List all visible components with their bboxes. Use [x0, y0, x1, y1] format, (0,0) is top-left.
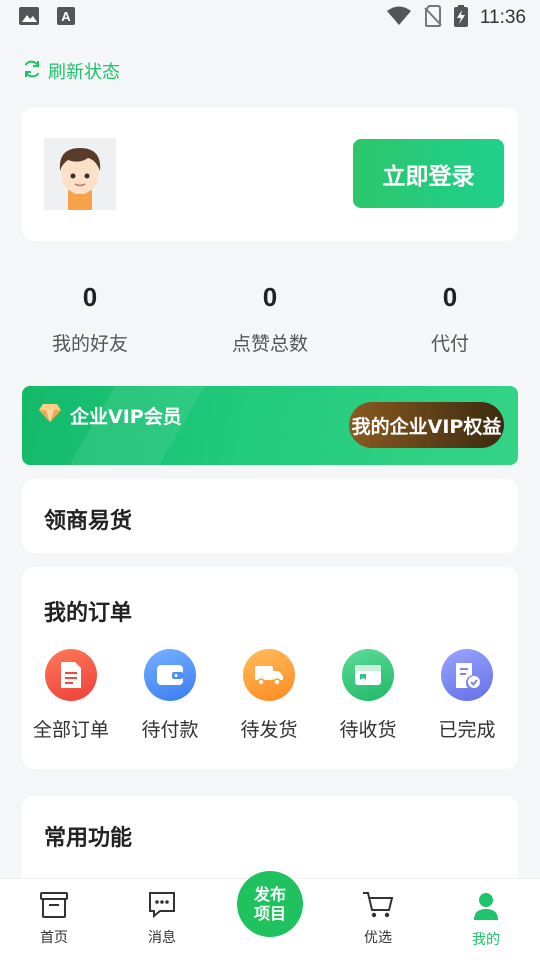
order-pending-receipt-label: 待收货 [339, 719, 397, 741]
tab-home[interactable]: 首页 [14, 891, 94, 947]
inbox-icon [342, 649, 394, 701]
publish-project-button[interactable]: 发布 项目 [237, 871, 303, 937]
tab-messages[interactable]: 消息 [122, 891, 202, 947]
stat-likes-label: 点赞总数 [231, 333, 308, 355]
order-all[interactable]: 全部订单 [21, 649, 121, 742]
refresh-icon [22, 59, 42, 84]
stat-likes-value: 0 [262, 282, 278, 312]
diamond-icon [38, 403, 62, 428]
tab-mine[interactable]: 我的 [446, 891, 526, 949]
wallet-icon [144, 649, 196, 701]
stat-proxy-pay-value: 0 [442, 282, 458, 312]
orders-card: 我的订单 全部订单 待付款 待发货 待收货 已完成 [22, 567, 518, 769]
truck-icon [243, 649, 295, 701]
no-sim-icon [424, 5, 442, 31]
wifi-icon [386, 6, 412, 30]
avatar-icon [59, 148, 101, 210]
user-icon [471, 893, 501, 925]
stat-friends-value: 0 [82, 282, 98, 312]
common-functions-title: 常用功能 [44, 826, 133, 851]
refresh-label: 刷新状态 [48, 62, 120, 83]
lingshang-title: 领商易货 [44, 509, 133, 534]
stat-friends[interactable]: 0 我的好友 [30, 282, 150, 356]
image-icon [18, 6, 40, 30]
battery-charging-icon [453, 5, 468, 31]
message-icon [147, 892, 177, 923]
vip-title: 企业VIP会员 [38, 402, 182, 429]
avatar[interactable] [44, 138, 116, 210]
document-icon [45, 649, 97, 701]
completed-icon [441, 649, 493, 701]
publish-label-line2: 项目 [253, 904, 286, 923]
tab-home-label: 首页 [40, 930, 68, 946]
order-pending-payment-label: 待付款 [141, 719, 199, 741]
tab-messages-label: 消息 [148, 930, 176, 946]
stat-likes[interactable]: 0 点赞总数 [210, 282, 330, 356]
order-all-label: 全部订单 [32, 719, 109, 741]
order-completed[interactable]: 已完成 [417, 649, 517, 742]
vip-banner[interactable]: 企业VIP会员 我的企业VIP权益 [22, 386, 518, 465]
stat-proxy-pay-label: 代付 [430, 333, 469, 355]
a-notification-icon: A [56, 6, 76, 30]
order-pending-receipt[interactable]: 待收货 [318, 649, 418, 742]
order-items: 全部订单 待付款 待发货 待收货 已完成 [22, 649, 518, 749]
cart-icon [362, 892, 394, 923]
status-time: 11:36 [479, 7, 526, 28]
profile-card: 立即登录 [22, 107, 518, 241]
login-button[interactable]: 立即登录 [353, 139, 504, 208]
stat-friends-label: 我的好友 [51, 333, 128, 355]
order-pending-shipment-label: 待发货 [240, 719, 298, 741]
lingshang-card[interactable]: 领商易货 [22, 479, 518, 553]
publish-label-line1: 发布 [253, 885, 286, 904]
vip-title-label: 企业VIP会员 [70, 406, 182, 428]
home-box-icon [39, 892, 69, 923]
order-pending-payment[interactable]: 待付款 [120, 649, 220, 742]
tab-featured-label: 优选 [364, 930, 392, 946]
status-bar: A 11:36 [0, 0, 540, 36]
refresh-status-button[interactable]: 刷新状态 [22, 58, 120, 84]
vip-benefits-button[interactable]: 我的企业VIP权益 [349, 402, 504, 448]
orders-title: 我的订单 [44, 601, 133, 626]
order-pending-shipment[interactable]: 待发货 [219, 649, 319, 742]
tab-mine-label: 我的 [472, 932, 500, 948]
svg-text:A: A [61, 9, 71, 24]
order-completed-label: 已完成 [438, 719, 496, 741]
tab-featured[interactable]: 优选 [338, 891, 418, 947]
stat-proxy-pay[interactable]: 0 代付 [390, 282, 510, 356]
bottom-tabbar: 首页 消息 发布 项目 优选 我的 [0, 871, 540, 960]
